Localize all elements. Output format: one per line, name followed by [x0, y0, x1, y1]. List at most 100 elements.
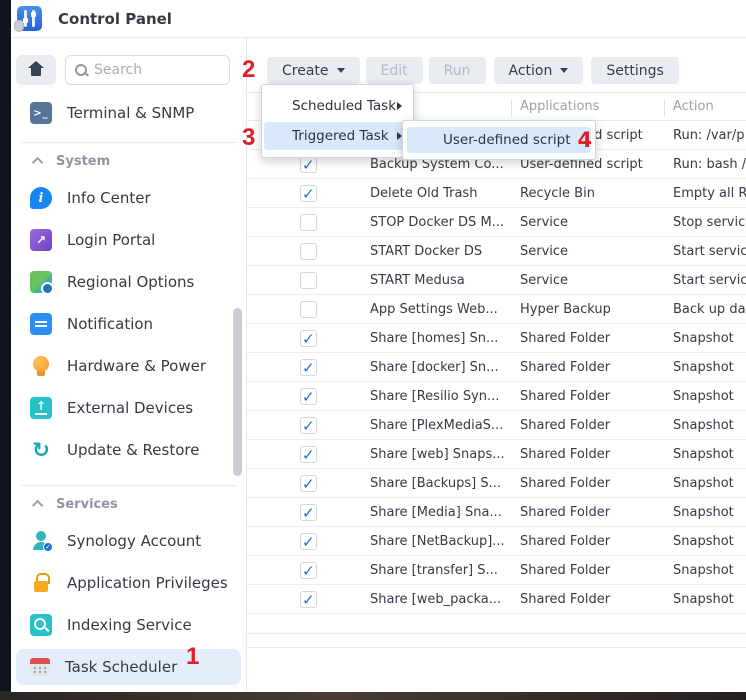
row-checkbox[interactable] [300, 504, 317, 521]
table-row[interactable]: Delete Old Trash Recycle Bin Empty all R [247, 179, 746, 208]
sidebar-item-terminal-snmp[interactable]: Terminal & SNMP [11, 98, 246, 128]
footer-divider [247, 647, 746, 648]
sidebar-item-update-restore[interactable]: Update & Restore [11, 429, 246, 471]
toolbar-button-edit[interactable]: Edit [366, 57, 423, 84]
row-checkbox[interactable] [300, 214, 317, 231]
footer-divider [247, 633, 746, 634]
titlebar: Control Panel [11, 0, 746, 38]
column-header-action[interactable]: Action [673, 99, 714, 114]
login-portal-icon [30, 229, 52, 251]
table-row[interactable]: Share [web_packa... Shared Folder Snapsh… [247, 585, 746, 614]
row-checkbox[interactable] [300, 243, 317, 260]
table-row[interactable]: START Medusa Service Start servic [247, 266, 746, 295]
toolbar-button-settings[interactable]: Settings [591, 57, 678, 84]
task-name-cell: Share [Backups] S... [370, 476, 520, 491]
sidebar-item-info-center[interactable]: Info Center [11, 177, 246, 219]
sidebar-item-task-scheduler[interactable]: Task Scheduler [16, 649, 241, 685]
menu-item-label: User-defined script [443, 132, 571, 148]
annotation-step-3: 3 [242, 126, 255, 150]
sidebar-item-login-portal[interactable]: Login Portal [11, 219, 246, 261]
row-checkbox[interactable] [300, 533, 317, 550]
application-cell: Shared Folder [520, 505, 673, 520]
row-checkbox[interactable] [300, 388, 317, 405]
toolbar-button-action[interactable]: Action [494, 57, 584, 84]
table-row[interactable]: START Docker DS Service Start servic [247, 237, 746, 266]
toolbar-button-run[interactable]: Run [429, 57, 486, 84]
sidebar-item-indexing-service[interactable]: Indexing Service [11, 604, 246, 646]
action-cell: Snapshot [673, 534, 746, 549]
table-row[interactable]: Share [PlexMediaS... Shared Folder Snaps… [247, 411, 746, 440]
table-row[interactable]: Share [homes] Sn... Shared Folder Snapsh… [247, 324, 746, 353]
action-cell: Start servic [673, 244, 746, 259]
action-cell: Back up da [673, 302, 746, 317]
application-cell: Shared Folder [520, 563, 673, 578]
sidebar-item-external-devices[interactable]: External Devices [11, 387, 246, 429]
sidebar-sections: System Info Center Login Portal Regional… [11, 142, 246, 685]
table-row[interactable]: Share [Backups] S... Shared Folder Snaps… [247, 469, 746, 498]
action-cell: Snapshot [673, 505, 746, 520]
sidebar-item-label: External Devices [67, 399, 193, 417]
sidebar-item-synology-account[interactable]: ✓ Synology Account [11, 520, 246, 562]
row-checkbox[interactable] [300, 272, 317, 289]
column-separator [664, 99, 665, 116]
sidebar-item-label: Regional Options [67, 273, 194, 291]
row-checkbox[interactable] [300, 591, 317, 608]
section-items: ✓ Synology Account Application Privilege… [11, 520, 246, 685]
row-checkbox[interactable] [300, 185, 317, 202]
button-label: Run [444, 63, 471, 79]
page-title: Control Panel [58, 10, 172, 28]
sidebar-scrollbar[interactable] [233, 308, 242, 476]
table-row[interactable]: Share [Media] Sna... Shared Folder Snaps… [247, 498, 746, 527]
sidebar-item-hardware-power[interactable]: Hardware & Power [11, 345, 246, 387]
search-box[interactable] [65, 55, 230, 85]
row-checkbox[interactable] [300, 417, 317, 434]
row-checkbox[interactable] [300, 359, 317, 376]
table-row[interactable]: STOP Docker DS M... Service Stop servic [247, 208, 746, 237]
menu-item-user-defined-script[interactable]: User-defined script4 [407, 127, 591, 153]
sidebar-item-label: Indexing Service [67, 616, 192, 634]
task-name-cell: Share [docker] Sn... [370, 360, 520, 375]
table-row[interactable]: Share [docker] Sn... Shared Folder Snaps… [247, 353, 746, 382]
action-cell: Snapshot [673, 447, 746, 462]
terminal-icon [30, 102, 52, 124]
application-cell: Shared Folder [520, 331, 673, 346]
button-label: Settings [606, 63, 663, 79]
sidebar-item-regional-options[interactable]: Regional Options [11, 261, 246, 303]
sidebar-item-application-privileges[interactable]: Application Privileges [11, 562, 246, 604]
row-checkbox[interactable] [300, 156, 317, 173]
task-name-cell: STOP Docker DS M... [370, 215, 520, 230]
sidebar-section: System Info Center Login Portal Regional… [11, 142, 246, 471]
section-header[interactable]: System [11, 151, 246, 171]
action-cell: Run: /var/p [673, 128, 746, 143]
table-row[interactable]: Share [transfer] S... Shared Folder Snap… [247, 556, 746, 585]
section-items: Info Center Login Portal Regional Option… [11, 177, 246, 471]
section-header[interactable]: Services [11, 494, 246, 514]
sidebar: Terminal & SNMP System Info Center Login… [11, 38, 247, 691]
sidebar-item-label: Notification [67, 315, 153, 333]
section-label: Services [56, 497, 118, 512]
application-cell: Recycle Bin [520, 186, 673, 201]
application-cell: Service [520, 244, 673, 259]
row-checkbox[interactable] [300, 562, 317, 579]
menu-item-triggered-task[interactable]: Triggered Task [264, 122, 411, 150]
column-header-applications[interactable]: Applications [520, 99, 599, 114]
table-row[interactable]: Share [web] Snaps... Shared Folder Snaps… [247, 440, 746, 469]
annotation-step-2: 2 [242, 58, 255, 82]
home-button[interactable] [16, 55, 56, 85]
row-checkbox[interactable] [300, 301, 317, 318]
row-checkbox[interactable] [300, 446, 317, 463]
table-row[interactable]: Share [NetBackup]... Shared Folder Snaps… [247, 527, 746, 556]
table-row[interactable]: App Settings Web... Hyper Backup Back up… [247, 295, 746, 324]
table-row[interactable]: Share [Resilio Syn... Shared Folder Snap… [247, 382, 746, 411]
external-devices-icon [30, 397, 52, 419]
search-input[interactable] [94, 62, 214, 78]
hardware-power-icon [30, 355, 52, 377]
row-checkbox[interactable] [300, 330, 317, 347]
row-checkbox[interactable] [300, 475, 317, 492]
menu-item-scheduled-task[interactable]: Scheduled Task [264, 92, 411, 120]
toolbar-button-create[interactable]: Create [267, 57, 360, 84]
sidebar-section: Services ✓ Synology Account Application … [11, 485, 246, 685]
menu-item-label: Scheduled Task [292, 98, 396, 114]
annotation-step-1: 1 [186, 645, 199, 669]
sidebar-item-notification[interactable]: Notification [11, 303, 246, 345]
